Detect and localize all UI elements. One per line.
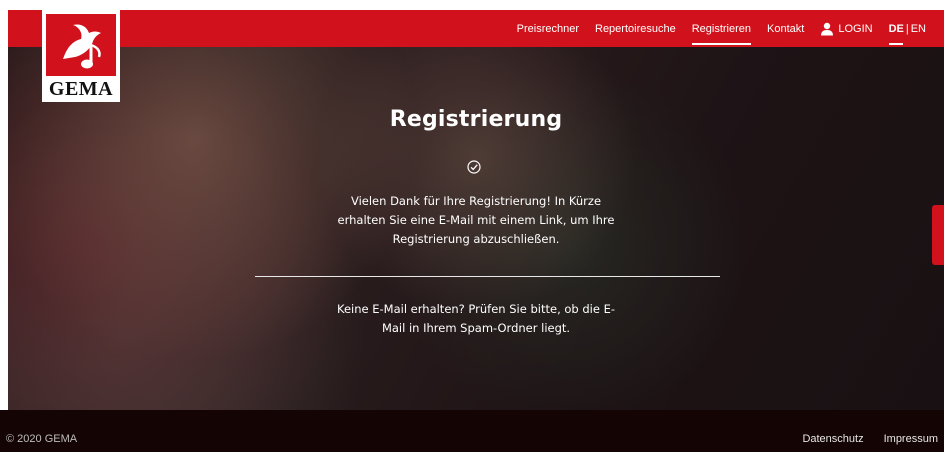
- confirmation-message: Vielen Dank für Ihre Registrierung! In K…: [337, 194, 615, 246]
- top-navbar: Preisrechner Repertoiresuche Registriere…: [8, 10, 944, 47]
- login-button[interactable]: LOGIN: [820, 22, 873, 36]
- side-feedback-tab[interactable]: [932, 205, 944, 265]
- registration-content: Registrierung Vielen Dank für Ihre Regis…: [8, 47, 944, 410]
- lang-de[interactable]: DE: [889, 23, 904, 35]
- logo-mark: [46, 14, 116, 76]
- top-strip: [0, 0, 944, 10]
- hero-section: Registrierung Vielen Dank für Ihre Regis…: [8, 47, 944, 410]
- spam-hint-message: Keine E-Mail erhalten? Prüfen Sie bitte,…: [336, 302, 616, 335]
- footer: © 2020 GEMA Datenschutz Impressum: [0, 410, 944, 452]
- page-title: Registrierung: [389, 107, 563, 132]
- nav-item-kontakt[interactable]: Kontakt: [767, 23, 804, 35]
- footer-links: Datenschutz Impressum: [802, 433, 938, 445]
- footer-link-datenschutz[interactable]: Datenschutz: [802, 433, 863, 445]
- language-switcher: DE | EN: [888, 22, 926, 45]
- nav-item-repertoiresuche[interactable]: Repertoiresuche: [595, 23, 676, 35]
- user-icon: [821, 22, 834, 35]
- logo-text: GEMA: [48, 78, 114, 100]
- lang-separator: |: [905, 22, 909, 35]
- check-circle-icon: [467, 160, 481, 174]
- copyright: © 2020 GEMA: [6, 433, 78, 445]
- lang-en[interactable]: EN: [911, 23, 926, 35]
- gema-logo[interactable]: GEMA: [42, 10, 120, 102]
- nav-item-registrieren[interactable]: Registrieren: [691, 23, 752, 45]
- divider: [255, 276, 720, 277]
- nav-links: Preisrechner Repertoiresuche Registriere…: [501, 10, 926, 47]
- lang-active-underline: [888, 42, 903, 45]
- footer-link-impressum[interactable]: Impressum: [884, 433, 938, 445]
- login-label: LOGIN: [838, 22, 873, 35]
- nav-item-preisrechner[interactable]: Preisrechner: [517, 23, 579, 35]
- pegasus-note-icon: [63, 24, 101, 69]
